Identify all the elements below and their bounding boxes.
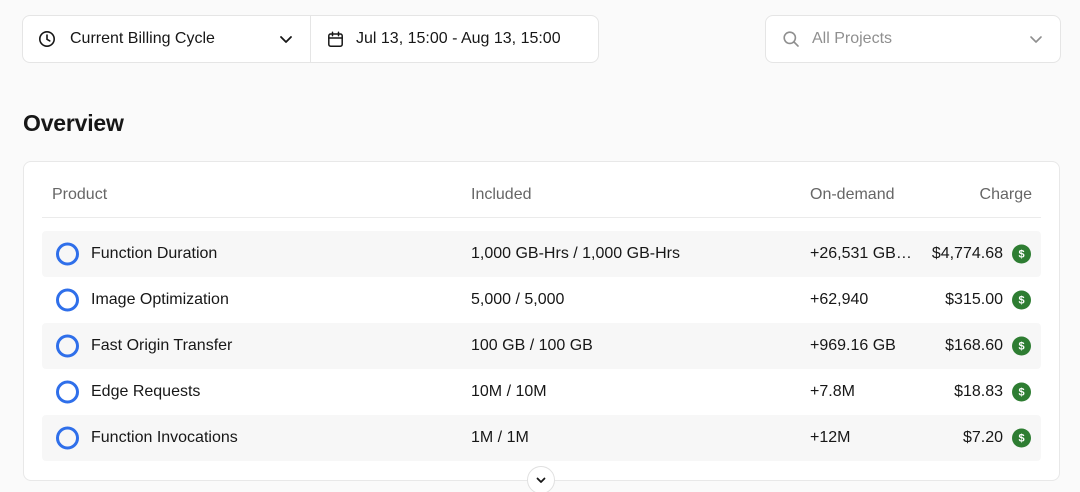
charge-value: $4,774.68 <box>931 245 1003 262</box>
usage-ring-icon <box>56 426 79 450</box>
on-demand-value: +969.16 GB <box>810 337 896 354</box>
overview-title: Overview <box>23 110 124 136</box>
column-header-on-demand: On-demand <box>810 186 895 203</box>
product-name: Edge Requests <box>91 383 201 400</box>
chevron-down-icon <box>535 474 547 486</box>
table-row[interactable]: Image Optimization 5,000 / 5,000 +62,940… <box>42 277 1041 323</box>
included-value: 100 GB / 100 GB <box>471 337 593 354</box>
usage-ring-icon <box>56 288 79 312</box>
dollar-icon[interactable]: $ <box>1012 382 1031 402</box>
on-demand-value: +7.8M <box>810 383 855 400</box>
included-value: 1M / 1M <box>471 429 529 446</box>
usage-ring-icon <box>56 380 79 404</box>
billing-period-label: Current Billing Cycle <box>70 30 215 47</box>
product-name: Image Optimization <box>91 291 229 308</box>
usage-table-body: Function Duration 1,000 GB-Hrs / 1,000 G… <box>42 231 1041 461</box>
clock-icon <box>38 30 56 48</box>
product-name: Fast Origin Transfer <box>91 337 233 354</box>
billing-period-select[interactable]: Current Billing Cycle <box>23 16 311 62</box>
table-row[interactable]: Function Invocations 1M / 1M +12M $7.20 … <box>42 415 1041 461</box>
table-header: Product Included On-demand Charge <box>42 162 1041 218</box>
search-icon <box>782 30 800 48</box>
expand-table-button[interactable] <box>527 466 555 492</box>
chevron-down-icon <box>1028 31 1044 47</box>
date-filter-group: Current Billing Cycle Jul 13, 15:00 - Au… <box>22 15 599 63</box>
on-demand-value: +62,940 <box>810 291 869 308</box>
table-row[interactable]: Edge Requests 10M / 10M +7.8M $18.83 $ <box>42 369 1041 415</box>
charge-value: $18.83 <box>954 383 1003 400</box>
date-range-label: Jul 13, 15:00 - Aug 13, 15:00 <box>356 30 561 47</box>
project-select-placeholder: All Projects <box>812 30 893 47</box>
column-header-included: Included <box>471 186 532 203</box>
usage-ring-icon <box>56 242 79 266</box>
on-demand-value: +26,531 GB-Hrs <box>810 245 914 262</box>
calendar-icon <box>327 30 344 48</box>
usage-ring-icon <box>56 334 79 358</box>
usage-page: Current Billing Cycle Jul 13, 15:00 - Au… <box>0 0 1080 492</box>
project-select[interactable]: All Projects <box>765 15 1061 63</box>
date-range-picker[interactable]: Jul 13, 15:00 - Aug 13, 15:00 <box>311 16 598 62</box>
charge-value: $7.20 <box>962 429 1003 446</box>
dollar-icon[interactable]: $ <box>1012 244 1031 264</box>
charge-value: $315.00 <box>945 291 1003 308</box>
dollar-icon[interactable]: $ <box>1012 336 1031 356</box>
included-value: 10M / 10M <box>471 383 547 400</box>
product-name: Function Duration <box>91 245 218 262</box>
column-header-charge: Charge <box>979 186 1032 203</box>
on-demand-value: +12M <box>810 429 851 446</box>
dollar-icon[interactable]: $ <box>1012 290 1031 310</box>
included-value: 5,000 / 5,000 <box>471 291 565 308</box>
chevron-down-icon <box>278 31 294 47</box>
product-name: Function Invocations <box>91 429 238 446</box>
included-value: 1,000 GB-Hrs / 1,000 GB-Hrs <box>471 245 680 262</box>
dollar-icon[interactable]: $ <box>1012 428 1031 448</box>
table-row[interactable]: Function Duration 1,000 GB-Hrs / 1,000 G… <box>42 231 1041 277</box>
table-row[interactable]: Fast Origin Transfer 100 GB / 100 GB +96… <box>42 323 1041 369</box>
charge-value: $168.60 <box>945 337 1003 354</box>
column-header-product: Product <box>52 186 108 203</box>
overview-card: Product Included On-demand Charge Functi… <box>23 161 1060 481</box>
